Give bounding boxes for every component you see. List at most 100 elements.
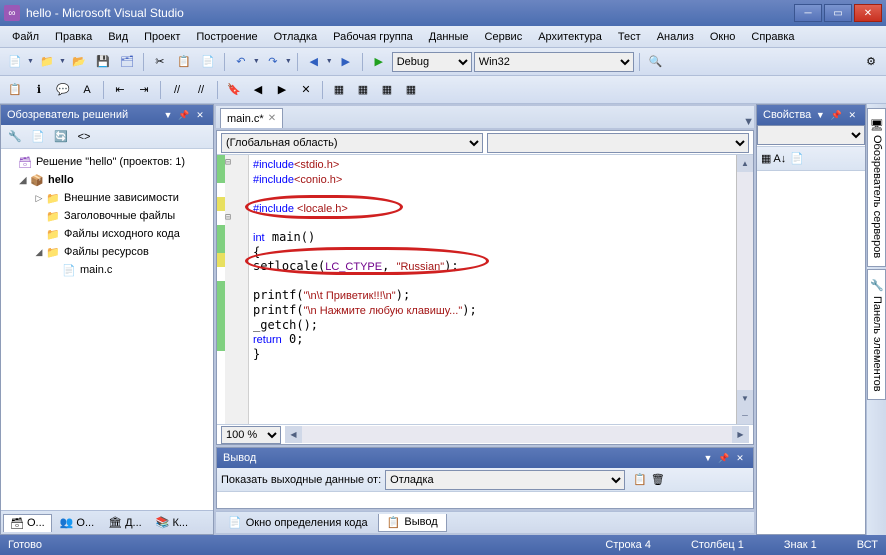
- param-info-button[interactable]: ℹ: [28, 79, 50, 101]
- add-item-button[interactable]: 📁: [36, 51, 58, 73]
- copy-button[interactable]: 📋: [173, 51, 195, 73]
- output-goto-icon[interactable]: 📋: [633, 473, 647, 486]
- menu-test[interactable]: Тест: [610, 29, 649, 45]
- project-node[interactable]: hello: [48, 174, 74, 186]
- bookmark-prev-button[interactable]: ◀: [247, 79, 269, 101]
- complete-word-button[interactable]: A: [76, 79, 98, 101]
- member-list-button[interactable]: 📋: [4, 79, 26, 101]
- solution-node[interactable]: Решение "hello" (проектов: 1): [36, 156, 185, 168]
- bookmark-clear-button[interactable]: ✕: [295, 79, 317, 101]
- nav-fwd-button[interactable]: ▶: [335, 51, 357, 73]
- menu-edit[interactable]: Правка: [47, 29, 100, 45]
- config-select[interactable]: Debug: [392, 52, 472, 72]
- tabs-dropdown-icon[interactable]: ▼: [743, 116, 754, 128]
- panel-close-icon[interactable]: ✕: [193, 108, 207, 122]
- folder-source[interactable]: Файлы исходного кода: [64, 228, 180, 240]
- sol-tab-1[interactable]: 🗃О...: [3, 514, 52, 532]
- uncomment-button[interactable]: //: [190, 79, 212, 101]
- indent-more-button[interactable]: ⇥: [133, 79, 155, 101]
- tb2-btn2[interactable]: ▦: [352, 79, 374, 101]
- tb2-btn1[interactable]: ▦: [328, 79, 350, 101]
- sol-tab-2[interactable]: 👥О...: [54, 514, 100, 531]
- nav-back-button[interactable]: ◀: [303, 51, 325, 73]
- open-button[interactable]: 📂: [68, 51, 90, 73]
- paste-button[interactable]: 📄: [197, 51, 219, 73]
- redo-button[interactable]: ↷: [262, 51, 284, 73]
- panel-pin-icon[interactable]: 📌: [177, 108, 191, 122]
- output-source-select[interactable]: Отладка: [385, 470, 625, 490]
- code-text[interactable]: #include<stdio.h> #include<conio.h> #inc…: [249, 155, 736, 424]
- tb2-btn4[interactable]: ▦: [400, 79, 422, 101]
- menu-debug[interactable]: Отладка: [266, 29, 325, 45]
- bookmark-button[interactable]: 🔖: [223, 79, 245, 101]
- toolbar-options-button[interactable]: ⚙: [860, 51, 882, 73]
- undo-button[interactable]: ↶: [230, 51, 252, 73]
- props-object-select[interactable]: [757, 125, 865, 145]
- menu-project[interactable]: Проект: [136, 29, 188, 45]
- sol-tab-4[interactable]: 📚К...: [150, 514, 194, 531]
- folder-resources[interactable]: Файлы ресурсов: [64, 246, 149, 258]
- side-tab-server-explorer[interactable]: 🖥Обозреватель серверов: [867, 108, 886, 267]
- scope-select[interactable]: (Глобальная область): [221, 133, 483, 153]
- quick-info-button[interactable]: 💬: [52, 79, 74, 101]
- folder-headers[interactable]: Заголовочные файлы: [64, 210, 175, 222]
- props-categorized-icon[interactable]: ▦: [761, 152, 771, 165]
- refresh-icon[interactable]: 🔄: [51, 127, 71, 147]
- tab-main-c[interactable]: main.c* ✕: [220, 108, 283, 128]
- close-button[interactable]: ✕: [854, 4, 882, 22]
- file-main-c[interactable]: main.c: [80, 264, 112, 276]
- menu-file[interactable]: Файл: [4, 29, 47, 45]
- bottom-tabs: 📄Окно определения кода 📋Вывод: [216, 511, 754, 533]
- save-all-button[interactable]: 🗂: [116, 51, 138, 73]
- props-pin-icon[interactable]: 📌: [829, 108, 843, 122]
- output-options-icon[interactable]: ▼: [701, 451, 715, 465]
- props-alpha-icon[interactable]: A↓: [773, 153, 786, 165]
- menu-help[interactable]: Справка: [743, 29, 802, 45]
- menu-team[interactable]: Рабочая группа: [325, 29, 421, 45]
- solution-tree[interactable]: 🗃Решение "hello" (проектов: 1) ◢📦hello ▷…: [1, 149, 213, 510]
- menu-build[interactable]: Построение: [188, 29, 265, 45]
- tab-code-definition[interactable]: 📄Окно определения кода: [220, 514, 376, 531]
- comment-button[interactable]: //: [166, 79, 188, 101]
- properties-icon[interactable]: 🔧: [5, 127, 25, 147]
- side-tab-toolbox[interactable]: 🔧Панель элементов: [867, 269, 886, 400]
- tab-output[interactable]: 📋Вывод: [378, 514, 447, 532]
- menu-window[interactable]: Окно: [702, 29, 744, 45]
- new-project-button[interactable]: 📄: [4, 51, 26, 73]
- indent-less-button[interactable]: ⇤: [109, 79, 131, 101]
- props-options-icon[interactable]: ▼: [813, 108, 827, 122]
- folder-external[interactable]: Внешние зависимости: [64, 192, 179, 204]
- output-close-icon[interactable]: ✕: [733, 451, 747, 465]
- menu-tools[interactable]: Сервис: [477, 29, 531, 45]
- save-button[interactable]: 💾: [92, 51, 114, 73]
- start-button[interactable]: ▶: [368, 51, 390, 73]
- editor-hscroll[interactable]: ◀▶: [285, 426, 749, 443]
- sol-tab-3[interactable]: 🏛Д...: [102, 514, 148, 531]
- menu-view[interactable]: Вид: [100, 29, 136, 45]
- show-all-icon[interactable]: 📄: [28, 127, 48, 147]
- panel-options-icon[interactable]: ▼: [161, 108, 175, 122]
- output-pin-icon[interactable]: 📌: [717, 451, 731, 465]
- menu-analyze[interactable]: Анализ: [649, 29, 702, 45]
- member-select[interactable]: [487, 133, 749, 153]
- minimize-button[interactable]: ─: [794, 4, 822, 22]
- tab-close-icon[interactable]: ✕: [268, 113, 276, 124]
- menu-data[interactable]: Данные: [421, 29, 477, 45]
- window-title: hello - Microsoft Visual Studio: [26, 6, 794, 20]
- view-code-icon[interactable]: <>: [74, 127, 94, 147]
- code-editor[interactable]: ⊟⊟ #include<stdio.h> #include<conio.h> #…: [217, 155, 753, 424]
- output-title: Вывод ▼ 📌 ✕: [217, 448, 753, 468]
- platform-select[interactable]: Win32: [474, 52, 634, 72]
- properties-grid[interactable]: [757, 171, 865, 534]
- find-button[interactable]: 🔍: [645, 51, 667, 73]
- zoom-select[interactable]: 100 %: [221, 426, 281, 444]
- maximize-button[interactable]: ▭: [824, 4, 852, 22]
- tb2-btn3[interactable]: ▦: [376, 79, 398, 101]
- output-clear-icon[interactable]: 🗑: [651, 473, 665, 486]
- bookmark-next-button[interactable]: ▶: [271, 79, 293, 101]
- props-close-icon[interactable]: ✕: [845, 108, 859, 122]
- cut-button[interactable]: ✂: [149, 51, 171, 73]
- menu-arch[interactable]: Архитектура: [530, 29, 610, 45]
- editor-vscroll[interactable]: ▲▼─: [736, 155, 753, 424]
- props-pages-icon[interactable]: 📄: [790, 152, 804, 165]
